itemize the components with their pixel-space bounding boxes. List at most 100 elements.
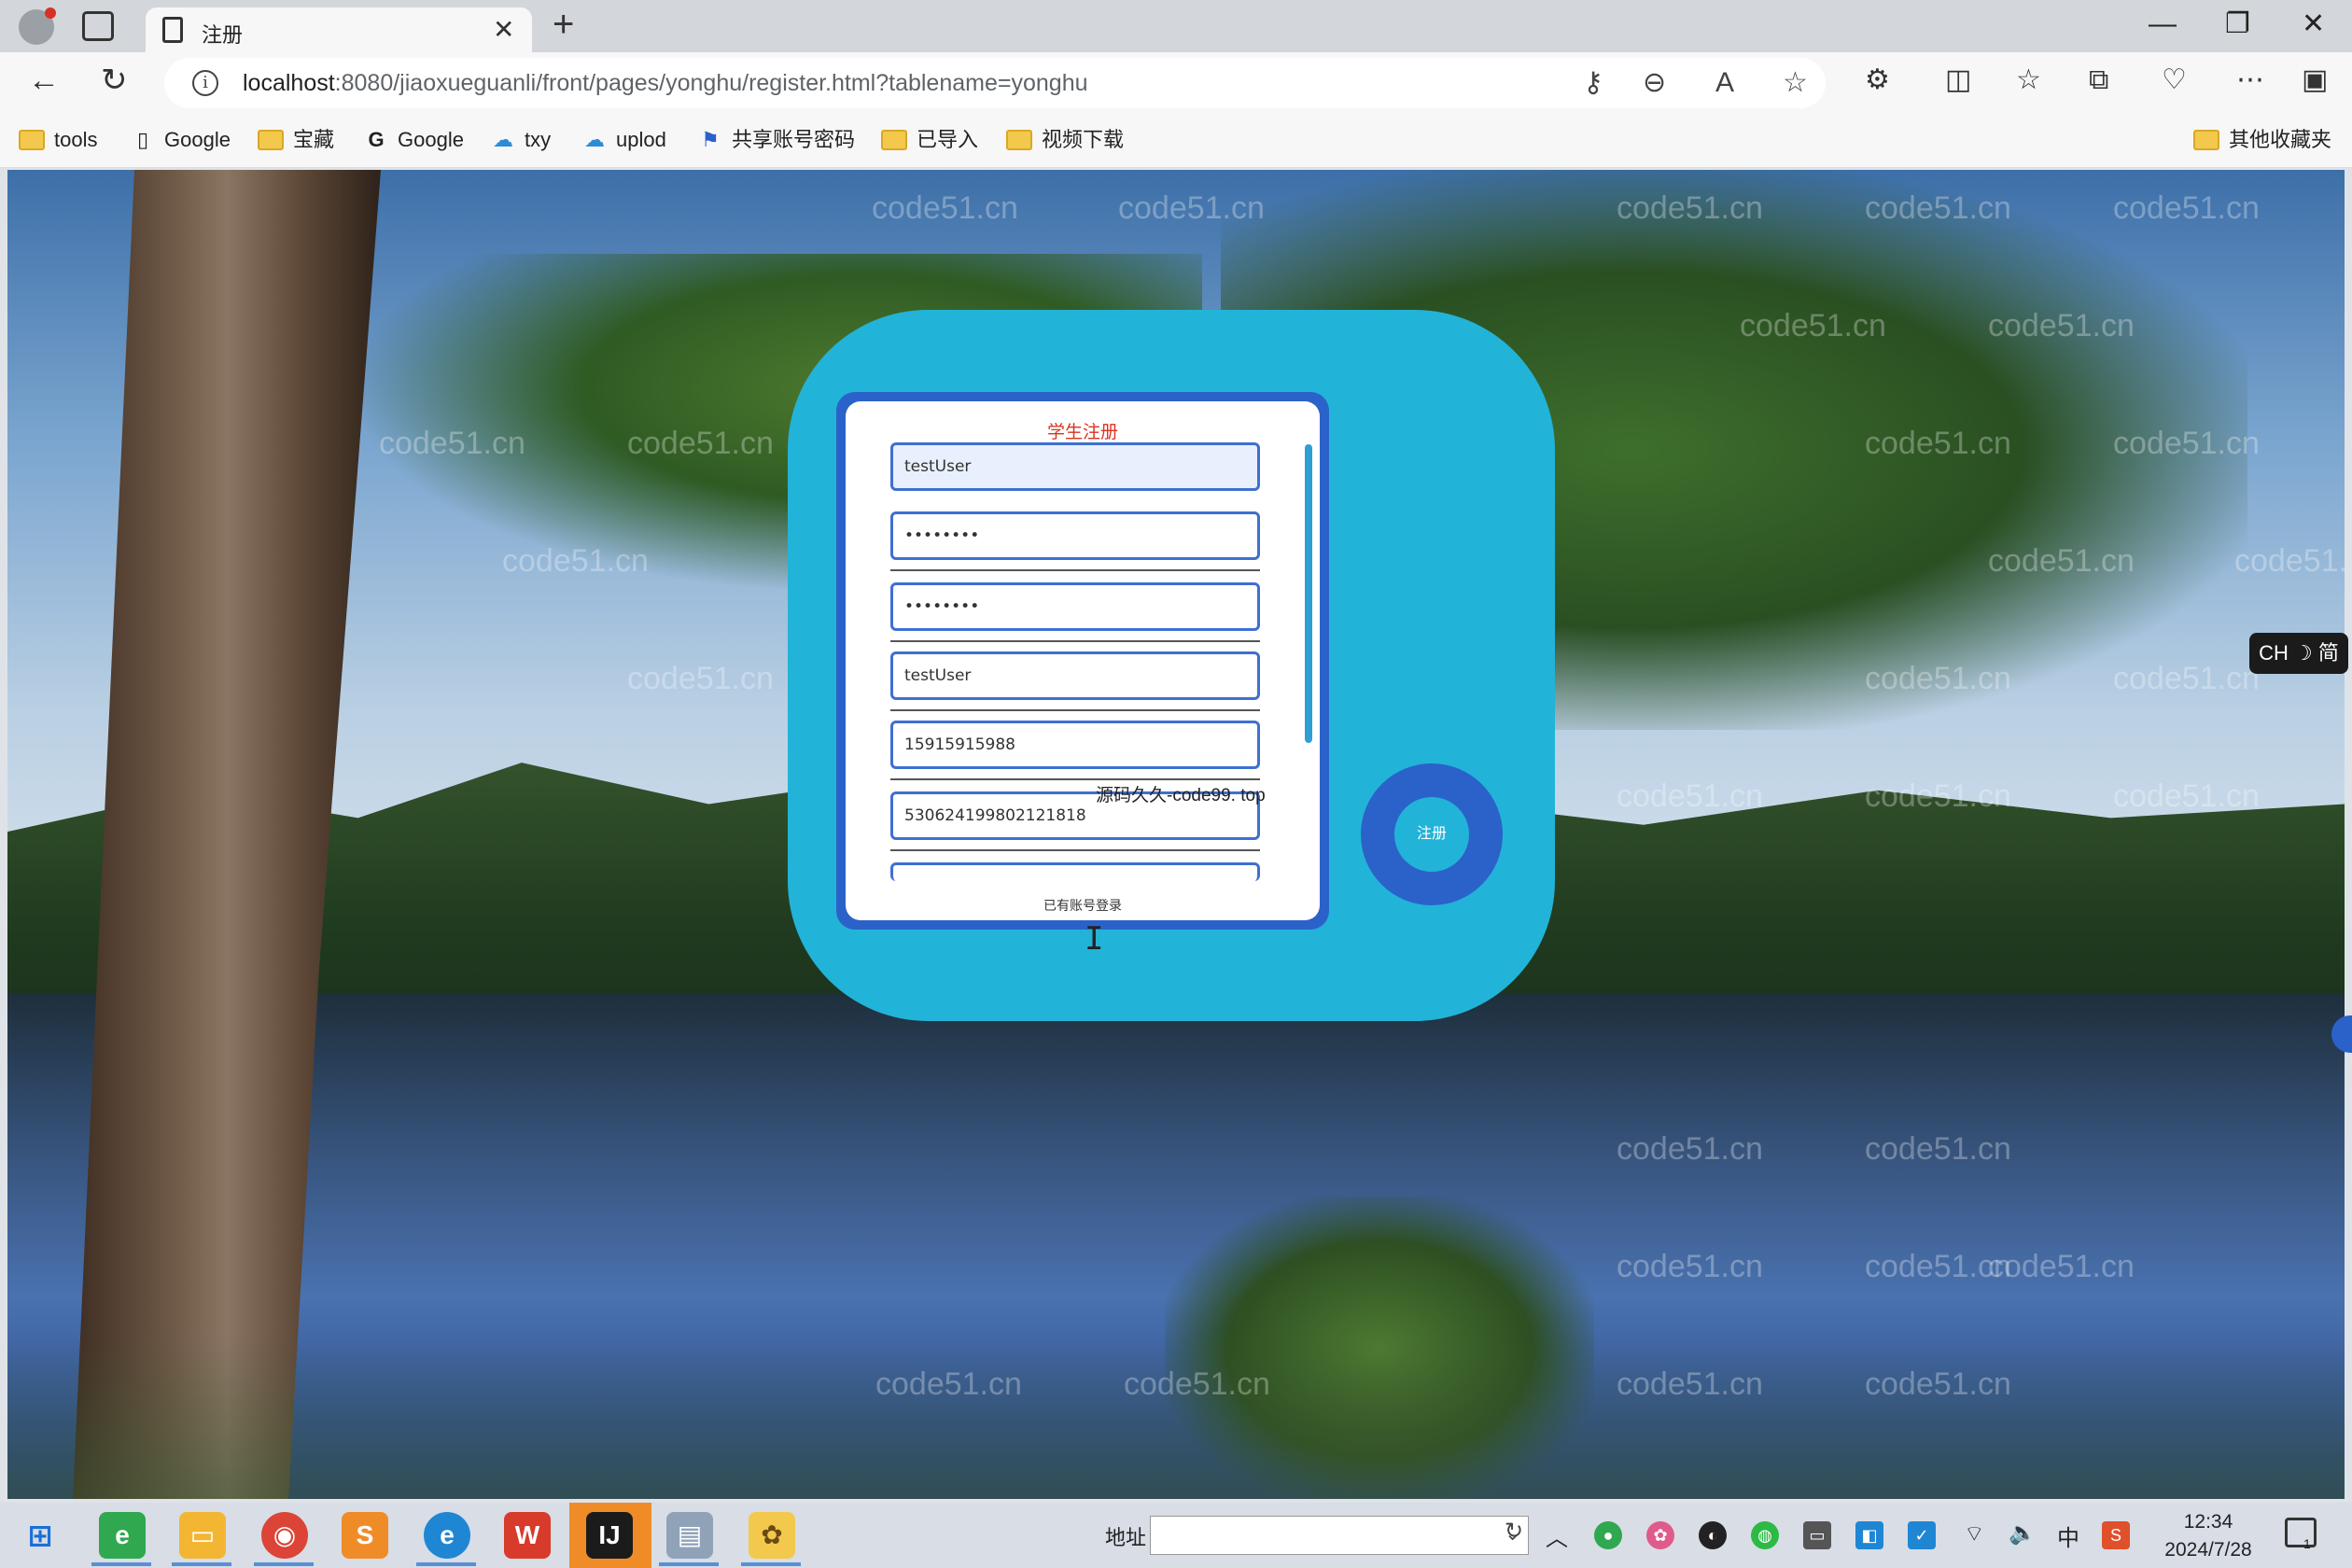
zoom-out-icon[interactable]: ⊖: [1643, 67, 1666, 99]
favorites-icon[interactable]: ☆: [2016, 62, 2041, 99]
app-360-icon[interactable]: e: [99, 1512, 146, 1559]
phone-input[interactable]: 15915915988: [890, 721, 1260, 769]
tray-battery-icon[interactable]: ▭: [1803, 1521, 1831, 1549]
source-overlay-text: 源码久久-code99. top: [1096, 786, 1266, 805]
watermark: code51.cn: [2113, 661, 2260, 696]
bookmark-video-download[interactable]: 视频下载: [1006, 125, 1124, 155]
taskbar: ⊞ e ▭ ◉ S e W IJ ▤ ✿ 地址 ⌄ ↻ ︿ ● ✿ ◐ ◍ ▭ …: [0, 1503, 2352, 1568]
bookmark-google-2[interactable]: G Google: [362, 125, 464, 155]
field-divider: [890, 709, 1260, 711]
taskbar-clock[interactable]: 12:34 2024/7/28: [2152, 1508, 2264, 1564]
tray-360-icon[interactable]: ●: [1594, 1521, 1622, 1549]
ime-language[interactable]: 中: [2057, 1519, 2079, 1552]
share-icon: ⚑: [701, 128, 720, 151]
intellij-idea-icon[interactable]: IJ: [586, 1512, 633, 1559]
site-info-icon[interactable]: i: [192, 70, 218, 96]
bookmark-uplod[interactable]: ☁ uplod: [581, 125, 666, 155]
more-menu-icon[interactable]: ⋯: [2236, 62, 2264, 99]
tray-wechat-icon[interactable]: ◍: [1751, 1521, 1779, 1549]
key-icon[interactable]: ⚷: [1583, 67, 1603, 99]
watermark: code51.cn: [1865, 1131, 2011, 1167]
refresh-icon[interactable]: ↻: [101, 62, 128, 99]
sublime-text-icon[interactable]: S: [342, 1512, 388, 1559]
wps-office-icon[interactable]: W: [504, 1512, 551, 1559]
tray-flower-icon[interactable]: ✿: [1646, 1521, 1674, 1549]
bookmark-imported[interactable]: 已导入: [881, 125, 978, 155]
extensions-icon[interactable]: ⚙: [1865, 62, 1890, 99]
url-text[interactable]: localhost:8080/jiaoxueguanli/front/pages…: [243, 70, 1088, 97]
new-tab-button[interactable]: +: [553, 6, 574, 43]
notification-count: 1: [2303, 1536, 2311, 1551]
watermark: code51.cn: [379, 426, 525, 461]
watermark: code51.cn: [1118, 190, 1265, 226]
taskbar-address-input[interactable]: ⌄: [1150, 1516, 1529, 1555]
tab-close-icon[interactable]: ✕: [493, 14, 514, 45]
file-explorer-icon[interactable]: ▭: [179, 1512, 226, 1559]
volume-icon[interactable]: 🔈: [2009, 1519, 2037, 1547]
field-divider: [890, 640, 1260, 642]
remote-desktop-icon[interactable]: ▤: [666, 1512, 713, 1559]
bookmark-txy[interactable]: ☁ txy: [489, 125, 551, 155]
bookmark-label: 宝藏: [293, 128, 335, 151]
watermark: code51.cn: [1617, 1366, 1763, 1402]
password-input[interactable]: ••••••••: [890, 511, 1260, 560]
chrome-icon[interactable]: ◉: [261, 1512, 308, 1559]
bookmark-treasure[interactable]: 宝藏: [258, 125, 334, 155]
url-path: :8080/jiaoxueguanli/front/pages/yonghu/r…: [334, 70, 1088, 96]
back-icon[interactable]: ←: [28, 62, 60, 99]
app-bird-icon[interactable]: ✿: [749, 1512, 795, 1559]
cloud-icon: ☁: [584, 128, 605, 151]
name-input[interactable]: testUser: [890, 651, 1260, 700]
close-window-button[interactable]: ✕: [2302, 6, 2325, 43]
bookmark-label: 已导入: [917, 128, 979, 151]
folder-icon: [1006, 130, 1032, 150]
restore-button[interactable]: ❐: [2225, 6, 2250, 43]
wifi-icon[interactable]: ⌔: [1964, 1519, 1985, 1547]
bookmark-shared-accounts[interactable]: ⚑ 共享账号密码: [696, 125, 855, 155]
tray-sogou-icon[interactable]: S: [2102, 1521, 2130, 1549]
form-title: 学生注册: [1046, 423, 1118, 442]
clock-time: 12:34: [2183, 1511, 2233, 1533]
tray-expand-icon[interactable]: ︿: [1546, 1519, 1568, 1552]
watermark: code51.cn: [2113, 190, 2260, 226]
field-divider: [890, 569, 1260, 571]
confirm-password-input[interactable]: ••••••••: [890, 582, 1260, 631]
browser-toolbar: ← ↻ i localhost:8080/jiaoxueguanli/front…: [0, 52, 2352, 112]
bookmark-other-favorites[interactable]: 其他收藏夹: [2193, 125, 2331, 155]
tab-actions-icon[interactable]: [82, 11, 114, 41]
next-input-partial[interactable]: [890, 862, 1260, 881]
browser-essentials-icon[interactable]: ♡: [2162, 62, 2187, 99]
taskbar-running-indicator: [254, 1562, 314, 1566]
minimize-button[interactable]: —: [2149, 6, 2177, 43]
text-cursor-icon: I: [1085, 920, 1104, 958]
read-aloud-icon[interactable]: A: [1715, 67, 1734, 99]
ime-indicator[interactable]: CH ☽ 简: [2249, 633, 2348, 674]
address-bar[interactable]: i localhost:8080/jiaoxueguanli/front/pag…: [164, 58, 1826, 108]
notification-center-icon[interactable]: [2285, 1518, 2317, 1547]
account-input[interactable]: testUser: [890, 442, 1260, 491]
favorite-star-icon[interactable]: ☆: [1783, 67, 1808, 99]
taskbar-running-indicator: [416, 1562, 476, 1566]
login-link[interactable]: 已有账号登录: [846, 896, 1320, 915]
taskbar-running-indicator: [659, 1562, 719, 1566]
register-form-frame: 学生注册 testUser •••••••• •••••••• testUser…: [836, 392, 1329, 930]
bookmark-label: txy: [525, 128, 552, 151]
split-screen-icon[interactable]: ◫: [1945, 62, 1971, 99]
windows-start-icon[interactable]: ⊞: [17, 1512, 63, 1559]
bookmark-tools[interactable]: tools: [19, 125, 97, 155]
tray-feishu-icon[interactable]: ✓: [1908, 1521, 1936, 1549]
watermark: code51.cn: [1124, 1366, 1270, 1402]
form-scrollbar[interactable]: [1305, 444, 1312, 743]
edge-browser-icon[interactable]: e: [424, 1512, 470, 1559]
sidebar-toggle-icon[interactable]: ▣: [2302, 62, 2328, 99]
register-button[interactable]: 注册: [1394, 797, 1469, 872]
watermark: code51.cn: [1988, 1249, 2135, 1284]
address-go-icon[interactable]: ↻: [1505, 1518, 1523, 1545]
field-divider: [890, 849, 1260, 851]
bookmark-google[interactable]: ▯ Google: [129, 125, 231, 155]
tab-register[interactable]: 注册 ✕: [146, 7, 532, 52]
tray-app-icon[interactable]: ◧: [1855, 1521, 1883, 1549]
page-icon: [162, 17, 183, 43]
collections-icon[interactable]: ⧉: [2089, 62, 2108, 99]
tray-qq-icon[interactable]: ◐: [1699, 1521, 1727, 1549]
